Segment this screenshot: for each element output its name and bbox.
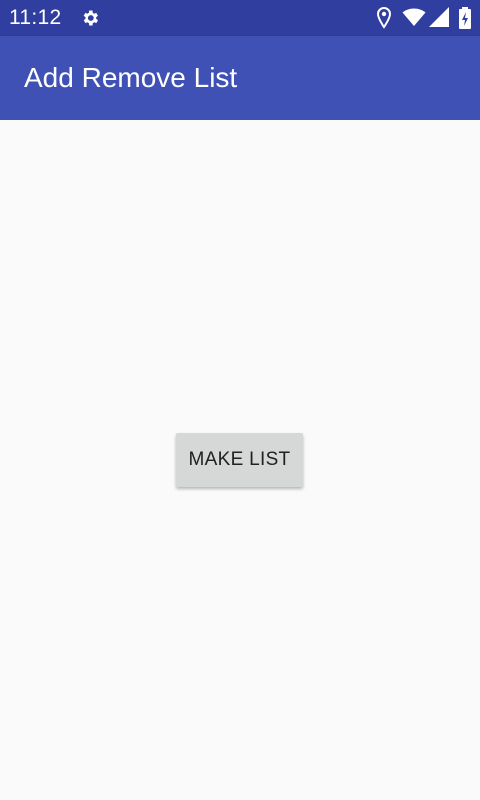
make-list-button[interactable]: MAKE LIST [176,433,303,487]
status-bar: 11:12 [0,0,480,36]
app-bar: Add Remove List [0,36,480,120]
battery-icon [459,7,471,29]
signal-icon [429,7,449,27]
app-title: Add Remove List [24,62,238,93]
gear-icon [80,8,100,28]
location-icon [376,6,392,29]
wifi-icon [402,8,426,26]
main-content: MAKE LIST [0,120,480,800]
status-time: 11:12 [9,6,62,29]
